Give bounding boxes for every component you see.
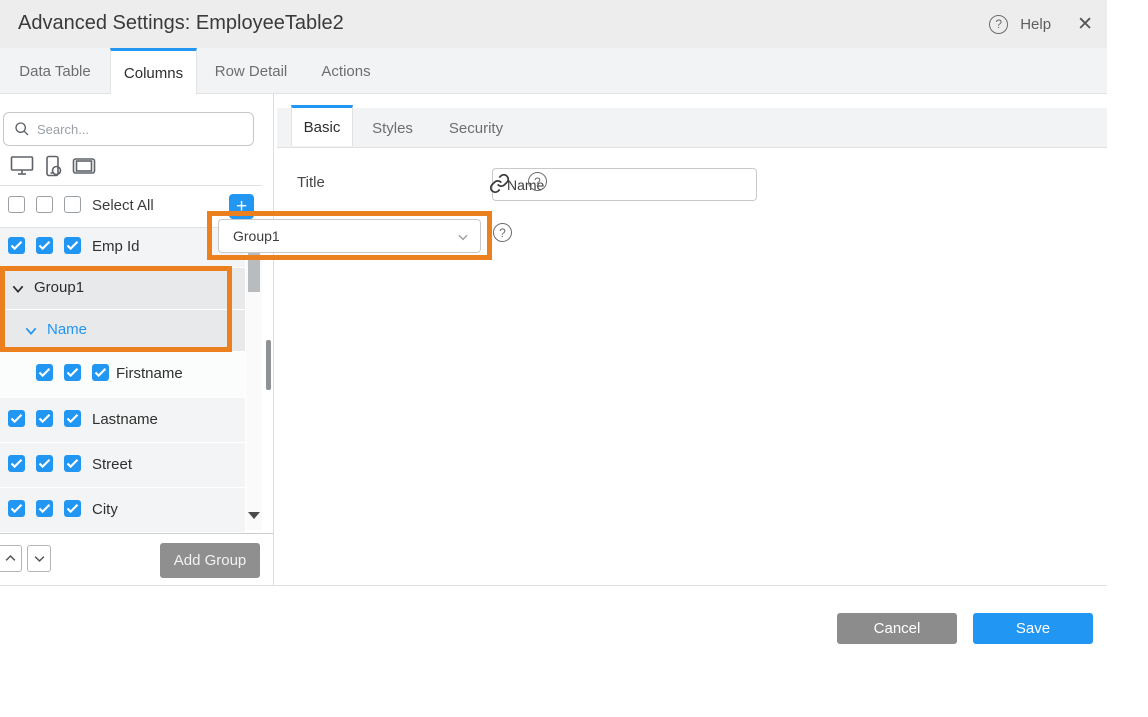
checkbox-tablet[interactable] (92, 364, 109, 381)
checkbox-desktop[interactable] (8, 455, 25, 472)
checkbox-phone[interactable] (36, 455, 53, 472)
tab-row-detail[interactable]: Row Detail (197, 48, 305, 94)
tab-basic[interactable]: Basic (291, 105, 353, 146)
checkbox-desktop[interactable] (8, 500, 25, 517)
list-item-emp-id[interactable]: Emp Id (0, 228, 245, 267)
title-field-label: Title (297, 174, 325, 191)
group-dropdown[interactable]: Group1 (218, 219, 481, 253)
list-item-lastname[interactable]: Lastname (0, 398, 245, 442)
search-input[interactable] (37, 122, 227, 137)
dialog-header: Advanced Settings: EmployeeTable2 ? Help… (0, 0, 1107, 48)
add-group-button[interactable]: Add Group (160, 543, 260, 578)
column-label: Emp Id (92, 238, 140, 255)
select-all-label: Select All (92, 197, 154, 214)
select-all-tablet-checkbox[interactable] (64, 196, 81, 213)
list-item-city[interactable]: City (0, 488, 245, 532)
subgroup-label: Name (47, 321, 87, 338)
dialog-footer: Cancel Save (0, 585, 1107, 656)
list-item-name[interactable]: Name (0, 310, 245, 351)
checkbox-desktop[interactable] (36, 364, 53, 381)
search-icon (14, 121, 30, 137)
select-all-phone-checkbox[interactable] (36, 196, 53, 213)
tablet-icon[interactable] (72, 155, 96, 177)
sidebar-footer: Add Group (0, 533, 273, 585)
device-toggle-row (10, 152, 96, 180)
checkbox-phone[interactable] (36, 500, 53, 517)
link-icon[interactable] (489, 173, 510, 199)
column-label: Lastname (92, 411, 158, 428)
chevron-down-icon (456, 230, 470, 247)
tab-security[interactable]: Security (432, 108, 520, 148)
list-item-firstname[interactable]: Firstname (0, 352, 245, 397)
move-up-button[interactable] (0, 545, 22, 572)
column-search (3, 112, 254, 146)
checkbox-tablet[interactable] (64, 455, 81, 472)
sidebar-scrollbar-thumb[interactable] (266, 340, 271, 390)
page-title: Advanced Settings: EmployeeTable2 (18, 12, 344, 35)
panel-tab-bar: Basic Styles Security (277, 108, 1107, 148)
divider (273, 94, 274, 585)
save-button[interactable]: Save (973, 613, 1093, 644)
checkbox-desktop[interactable] (8, 410, 25, 427)
group-help-icon[interactable]: ? (493, 223, 512, 242)
advanced-settings-dialog: Advanced Settings: EmployeeTable2 ? Help… (0, 0, 1107, 717)
column-label: City (92, 501, 118, 518)
checkbox-tablet[interactable] (64, 410, 81, 427)
list-scrollbar[interactable] (246, 228, 262, 530)
tab-actions[interactable]: Actions (305, 48, 387, 94)
add-column-button[interactable]: + (229, 194, 254, 219)
tab-columns[interactable]: Columns (110, 48, 197, 95)
move-down-button[interactable] (27, 545, 51, 572)
desktop-icon[interactable] (10, 155, 34, 177)
column-label: Firstname (116, 365, 183, 382)
help-icon[interactable]: ? (989, 15, 1008, 34)
checkbox-phone[interactable] (64, 364, 81, 381)
group-dropdown-value: Group1 (233, 228, 280, 244)
checkbox-desktop[interactable] (8, 237, 25, 254)
checkbox-tablet[interactable] (64, 500, 81, 517)
close-icon[interactable]: ✕ (1077, 15, 1093, 34)
list-item-street[interactable]: Street (0, 443, 245, 487)
scroll-down-icon[interactable] (248, 512, 260, 519)
title-help-icon[interactable]: ? (528, 172, 547, 191)
content-area: Select All + Emp Id Group1 Name (0, 94, 1107, 585)
checkbox-tablet[interactable] (64, 237, 81, 254)
checkbox-phone[interactable] (36, 410, 53, 427)
chevron-down-icon[interactable] (23, 323, 39, 339)
select-all-desktop-checkbox[interactable] (8, 196, 25, 213)
list-item-group1[interactable]: Group1 (0, 268, 245, 309)
tab-data-table[interactable]: Data Table (0, 48, 110, 94)
group-label: Group1 (34, 279, 84, 296)
phone-icon[interactable] (42, 155, 64, 177)
help-label[interactable]: Help (1020, 16, 1051, 33)
cancel-button[interactable]: Cancel (837, 613, 957, 644)
tab-styles[interactable]: Styles (353, 108, 432, 148)
checkbox-phone[interactable] (36, 237, 53, 254)
main-tab-bar: Data Table Columns Row Detail Actions (0, 48, 1107, 94)
chevron-down-icon[interactable] (10, 281, 26, 297)
column-label: Street (92, 456, 132, 473)
